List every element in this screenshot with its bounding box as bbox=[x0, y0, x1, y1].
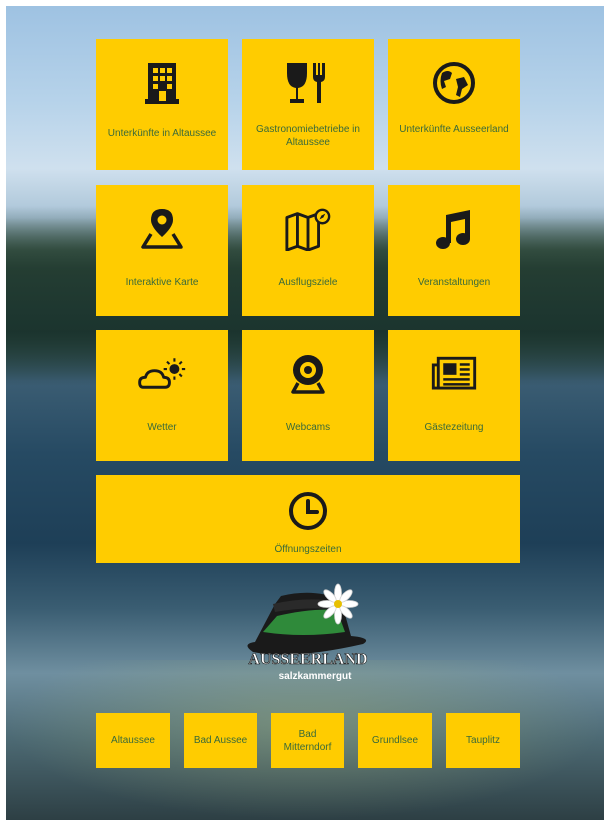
map-pin-icon bbox=[138, 205, 186, 253]
tile-label: Interaktive Karte bbox=[125, 277, 199, 288]
clock-icon bbox=[284, 487, 332, 535]
dining-icon bbox=[284, 59, 332, 107]
tile-interactive-map[interactable]: Interaktive Karte bbox=[96, 185, 228, 316]
ausseerland-logo: AUSSEERLAND salzkammergut bbox=[233, 582, 383, 692]
town-button-altaussee[interactable]: Altaussee bbox=[96, 713, 170, 768]
globe-icon bbox=[430, 59, 478, 107]
tile-events[interactable]: Veranstaltungen bbox=[388, 185, 520, 316]
tile-webcams[interactable]: Webcams bbox=[242, 330, 374, 461]
music-note-icon bbox=[430, 205, 478, 253]
map-compass-icon bbox=[284, 205, 332, 253]
webcam-icon bbox=[284, 350, 332, 398]
tile-excursions[interactable]: Ausflugsziele bbox=[242, 185, 374, 316]
tile-label: Wetter bbox=[147, 422, 177, 433]
tile-label: Öffnungszeiten bbox=[274, 544, 342, 555]
tile-gastronomy-altaussee[interactable]: Gastronomiebetriebe in Altaussee bbox=[242, 39, 374, 170]
tile-label: Gästezeitung bbox=[424, 422, 484, 433]
tile-label: Webcams bbox=[285, 422, 331, 433]
newspaper-icon bbox=[430, 350, 478, 398]
tile-accommodations-ausseerland[interactable]: Unterkünfte Ausseerland bbox=[388, 39, 520, 170]
tile-accommodations-altaussee[interactable]: Unterkünfte in Altaussee bbox=[96, 39, 228, 170]
logo-subtext: salzkammergut bbox=[279, 671, 352, 682]
town-button-tauplitz[interactable]: Tauplitz bbox=[446, 713, 520, 768]
tile-guest-newspaper[interactable]: Gästezeitung bbox=[388, 330, 520, 461]
town-button-bad-aussee[interactable]: Bad Aussee bbox=[184, 713, 257, 768]
town-button-bad-mitterndorf[interactable]: Bad Mitterndorf bbox=[271, 713, 344, 768]
tile-label: Ausflugsziele bbox=[278, 277, 338, 288]
town-button-grundlsee[interactable]: Grundlsee bbox=[358, 713, 432, 768]
tile-label: Veranstaltungen bbox=[417, 277, 491, 288]
tile-weather[interactable]: Wetter bbox=[96, 330, 228, 461]
tile-label: Unterkünfte in Altaussee bbox=[107, 128, 217, 139]
weather-icon bbox=[138, 350, 186, 398]
tile-label: Unterkünfte Ausseerland bbox=[399, 124, 509, 135]
tile-label: Gastronomiebetriebe in Altaussee bbox=[256, 124, 360, 148]
building-icon bbox=[138, 59, 186, 107]
tile-opening-hours[interactable]: Öffnungszeiten bbox=[96, 475, 520, 563]
logo-text: AUSSEERLAND bbox=[248, 651, 367, 668]
